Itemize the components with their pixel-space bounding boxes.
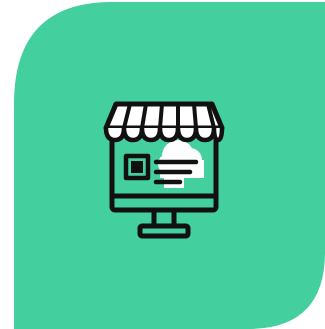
icon-card <box>0 0 325 329</box>
awning-scallops <box>103 127 225 143</box>
online-shop-monitor-icon <box>103 101 225 239</box>
monitor-base <box>137 223 191 239</box>
product-thumbnail <box>123 153 151 181</box>
